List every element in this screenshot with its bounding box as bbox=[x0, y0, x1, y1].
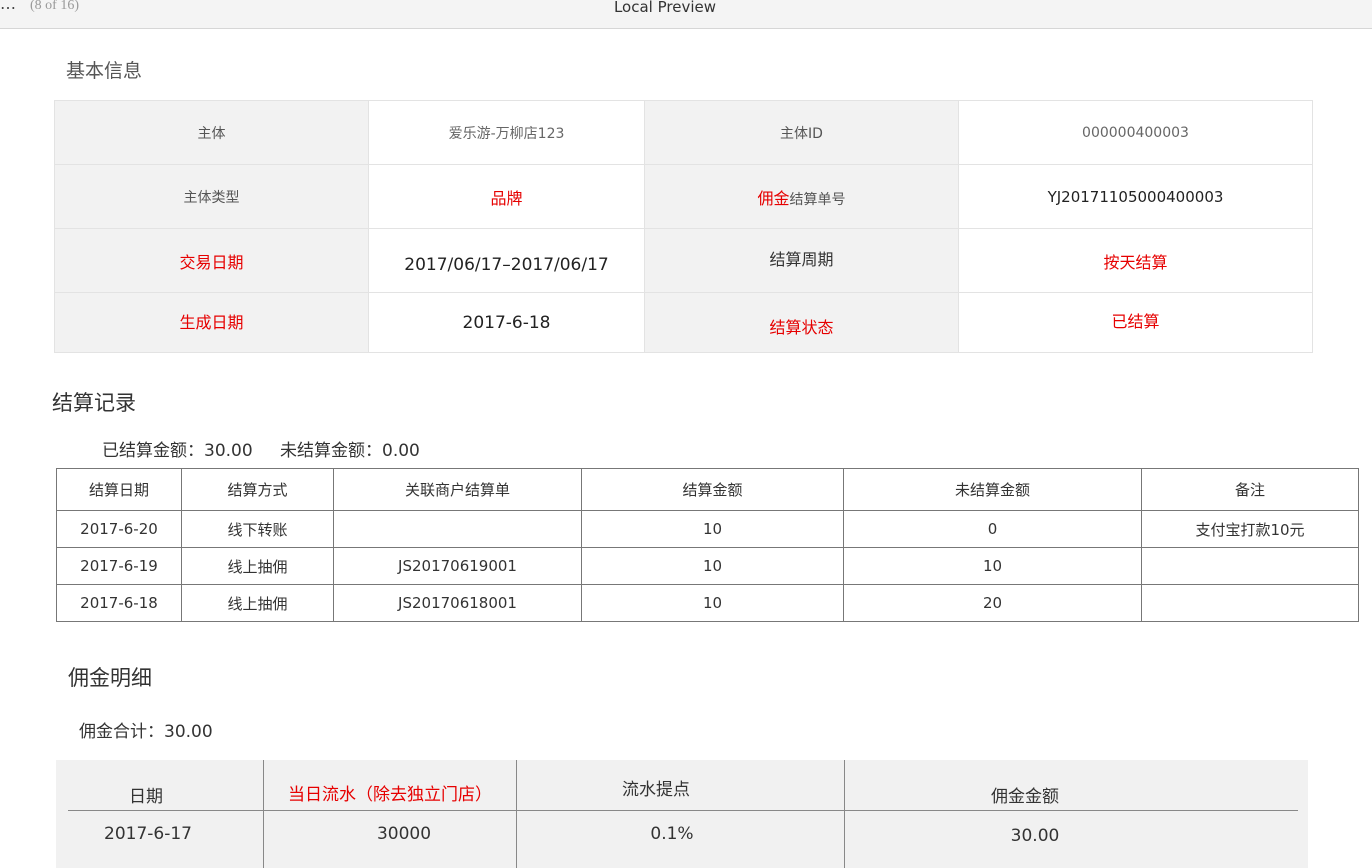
column-header: 当日流水（除去独立门店） bbox=[288, 785, 492, 805]
table-cell: 10 bbox=[581, 547, 844, 585]
table-cell: 10 bbox=[843, 547, 1142, 585]
table-cell: 10 bbox=[581, 584, 844, 622]
create-date-value: 2017-6-18 bbox=[368, 292, 645, 353]
settlement-status-label: 结算状态 bbox=[644, 292, 959, 353]
column-header: 未结算金额 bbox=[843, 468, 1142, 511]
table-row: 2017-6-18 线上抽佣 JS20170618001 10 20 bbox=[56, 584, 1359, 622]
settlement-cycle-value: 按天结算 bbox=[958, 228, 1313, 293]
trade-date-value: 2017/06/17–2017/06/17 bbox=[368, 228, 645, 293]
settlement-no-value: YJ20171105000400003 bbox=[958, 164, 1313, 229]
header-divider bbox=[68, 810, 1298, 811]
table-cell: 30000 bbox=[376, 824, 432, 844]
column-header: 结算金额 bbox=[581, 468, 844, 511]
column-divider bbox=[263, 760, 264, 868]
table-cell: 支付宝打款10元 bbox=[1141, 510, 1359, 548]
column-header: 备注 bbox=[1141, 468, 1359, 511]
settlement-cycle-label: 结算周期 bbox=[644, 228, 959, 293]
table-cell: JS20170618001 bbox=[333, 584, 582, 622]
table-row: 2017-6-19 线上抽佣 JS20170619001 10 10 bbox=[56, 547, 1359, 585]
entity-id-value: 000000400003 bbox=[958, 100, 1313, 165]
table-cell: 2017-6-20 bbox=[56, 510, 182, 548]
create-date-label: 生成日期 bbox=[54, 292, 369, 353]
table-cell: 2017-6-19 bbox=[56, 547, 182, 585]
entity-label: 主体 bbox=[54, 100, 369, 165]
trade-date-label: 交易日期 bbox=[54, 228, 369, 293]
info-row: 主体类型 品牌 佣金结算单号 YJ20171105000400003 bbox=[54, 164, 1313, 229]
table-cell: 30.00 bbox=[1010, 826, 1060, 846]
table-cell: 10 bbox=[581, 510, 844, 548]
column-header: 佣金金额 bbox=[991, 787, 1059, 807]
info-row: 交易日期 2017/06/17–2017/06/17 结算周期 按天结算 bbox=[54, 228, 1313, 293]
settlement-no-label: 佣金结算单号 bbox=[644, 164, 959, 229]
window-titlebar: … (8 of 16) Local Preview bbox=[0, 0, 1372, 29]
column-header: 关联商户结算单 bbox=[333, 468, 582, 511]
table-cell bbox=[333, 510, 582, 548]
basic-info-heading: 基本信息 bbox=[66, 60, 143, 82]
settlement-status-value: 已结算 bbox=[958, 292, 1313, 353]
settled-amount: 已结算金额：30.00 bbox=[102, 441, 253, 461]
entity-id-label: 主体ID bbox=[644, 100, 959, 165]
settlement-no-label-text: 结算单号 bbox=[789, 191, 846, 208]
table-cell: 线下转账 bbox=[181, 510, 334, 548]
commission-label: 佣金 bbox=[757, 188, 790, 208]
column-header: 流水提点 bbox=[622, 780, 690, 800]
commission-heading: 佣金明细 bbox=[68, 666, 152, 690]
commission-table: 日期 当日流水（除去独立门店） 流水提点 佣金金额 2017-6-17 3000… bbox=[56, 760, 1308, 868]
table-cell bbox=[1141, 547, 1359, 585]
info-row: 主体 爱乐游-万柳店123 主体ID 000000400003 bbox=[54, 100, 1313, 165]
column-divider bbox=[844, 760, 845, 868]
table-cell: 0.1% bbox=[650, 824, 694, 844]
entity-type-label: 主体类型 bbox=[54, 164, 369, 229]
table-header-row: 结算日期 结算方式 关联商户结算单 结算金额 未结算金额 备注 bbox=[56, 468, 1359, 511]
table-cell: JS20170619001 bbox=[333, 547, 582, 585]
entity-type-value: 品牌 bbox=[368, 164, 645, 229]
basic-info-table: 主体 爱乐游-万柳店123 主体ID 000000400003 主体类型 品牌 … bbox=[54, 100, 1313, 353]
unsettled-amount: 未结算金额：0.00 bbox=[280, 441, 420, 461]
info-row: 生成日期 2017-6-18 结算状态 已结算 bbox=[54, 292, 1313, 353]
commission-total: 佣金合计：30.00 bbox=[79, 722, 213, 742]
table-row: 2017-6-20 线下转账 10 0 支付宝打款10元 bbox=[56, 510, 1359, 548]
table-cell: 2017-6-17 bbox=[104, 824, 192, 844]
column-header: 结算日期 bbox=[56, 468, 182, 511]
table-cell: 线上抽佣 bbox=[181, 584, 334, 622]
table-cell: 20 bbox=[843, 584, 1142, 622]
table-cell bbox=[1141, 584, 1359, 622]
entity-value: 爱乐游-万柳店123 bbox=[368, 100, 645, 165]
table-cell: 0 bbox=[843, 510, 1142, 548]
settlement-table: 结算日期 结算方式 关联商户结算单 结算金额 未结算金额 备注 2017-6-2… bbox=[56, 468, 1359, 622]
table-cell: 线上抽佣 bbox=[181, 547, 334, 585]
window-title: Local Preview bbox=[613, 0, 717, 16]
settlement-heading: 结算记录 bbox=[52, 391, 136, 415]
table-cell: 2017-6-18 bbox=[56, 584, 182, 622]
column-header: 结算方式 bbox=[181, 468, 334, 511]
column-header: 日期 bbox=[129, 787, 163, 807]
